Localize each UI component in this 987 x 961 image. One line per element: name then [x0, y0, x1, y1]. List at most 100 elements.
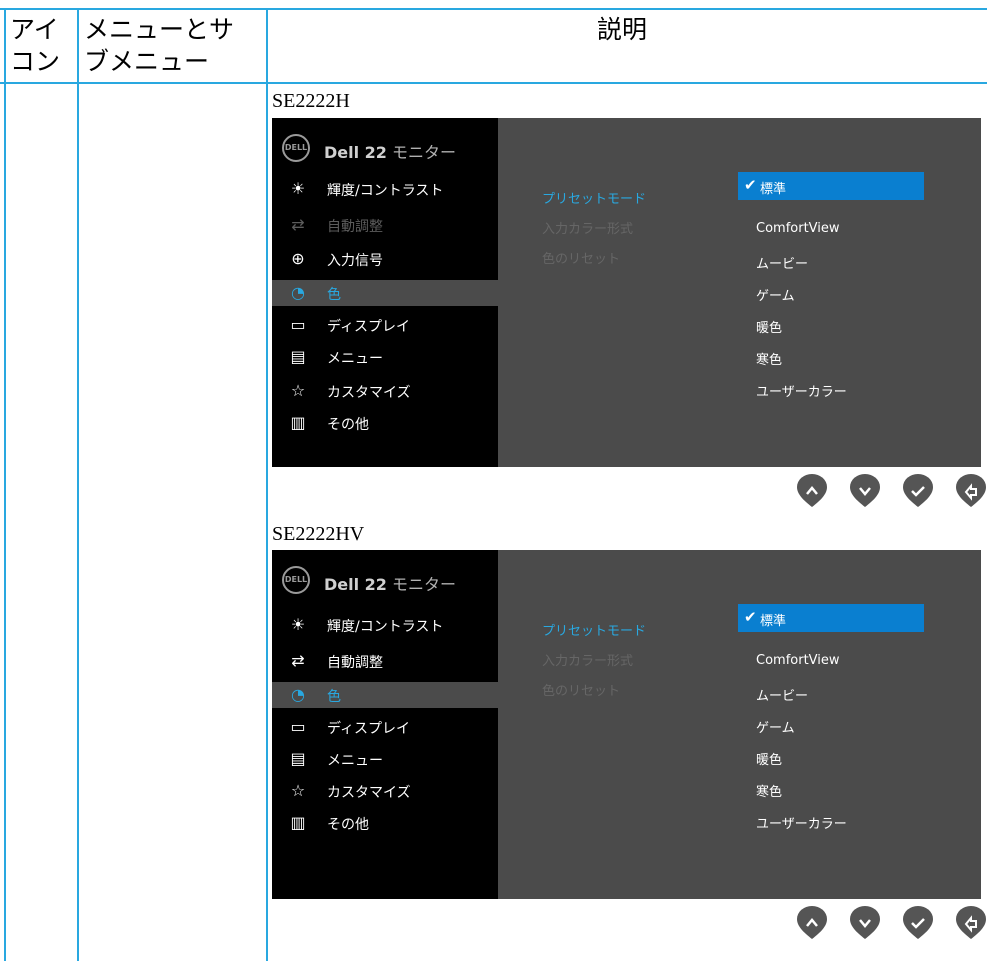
check-mark-icon: ✔ [744, 176, 757, 194]
table-col-divider-2 [266, 8, 268, 961]
header-icon-line-1: アイ [10, 15, 59, 44]
osd-menu-item[interactable]: ▭ ディスプレイ [272, 714, 498, 740]
osd-submenu-item[interactable]: 入力カラー形式 [542, 650, 633, 669]
document-page: アイ コン メニューとサ ブメニュー 説明 SE2222H DELL Dell 22… [0, 0, 987, 961]
osd-menu-item[interactable]: ▤ メニュー [272, 746, 498, 772]
up-button[interactable] [795, 906, 829, 940]
osd-menu-item[interactable]: ▭ ディスプレイ [272, 312, 498, 338]
osd-menu-label: ディスプレイ [327, 319, 411, 335]
osd-option[interactable]: ユーザーカラー [756, 381, 847, 400]
header-menu-line-1: メニューとサ [84, 15, 235, 44]
osd-menu-item[interactable]: ☀ 輝度/コントラスト [272, 176, 498, 202]
osd-menu-label: その他 [327, 817, 369, 833]
osd-option[interactable]: 寒色 [756, 781, 782, 800]
brightness-icon: ☀ [290, 179, 306, 198]
osd-option-label: 標準 [760, 614, 787, 629]
osd-menu-item[interactable]: ▥ その他 [272, 410, 498, 436]
back-button[interactable] [954, 474, 987, 508]
osd-submenu-item[interactable]: 入力カラー形式 [542, 218, 633, 237]
table-col-divider-1 [77, 8, 79, 961]
color-icon: ◔ [291, 685, 305, 704]
osd-menu-item[interactable]: ▤ メニュー [272, 344, 498, 370]
others-icon: ▥ [290, 413, 306, 432]
osd-menu-label: メニュー [327, 351, 383, 367]
osd-title-text: モニター [386, 143, 457, 162]
dell-logo: DELL [282, 566, 310, 594]
osd-submenu-item[interactable]: プリセットモード [542, 620, 646, 639]
osd-option-selected[interactable]: ✔ 標準 [738, 172, 924, 200]
menu-icon: ▤ [290, 347, 306, 366]
auto-adjust-icon: ⇄ [291, 651, 305, 670]
osd-option[interactable]: ムービー [756, 685, 808, 704]
personalize-icon: ☆ [290, 381, 306, 400]
osd-option-label: 標準 [760, 182, 787, 197]
osd-option[interactable]: 寒色 [756, 349, 782, 368]
header-menu-line-2: ブメニュー [84, 47, 210, 76]
back-icon [956, 906, 986, 939]
check-icon [903, 474, 933, 507]
osd-menu-label: ディスプレイ [327, 721, 411, 737]
personalize-icon: ☆ [290, 781, 306, 800]
osd-submenu-item[interactable]: 色のリセット [542, 248, 620, 267]
osd-menu-label: 色 [327, 689, 341, 705]
color-icon: ◔ [291, 283, 305, 302]
osd-option[interactable]: ゲーム [756, 285, 795, 304]
up-icon [797, 474, 827, 507]
down-icon [850, 474, 880, 507]
osd-menu-label: 輝度/コントラスト [327, 183, 444, 199]
check-button[interactable] [901, 474, 935, 508]
down-icon [850, 906, 880, 939]
brightness-icon: ☀ [290, 615, 306, 634]
osd-menu-label: メニュー [327, 753, 383, 769]
osd-submenu-item[interactable]: プリセットモード [542, 188, 646, 207]
osd-option[interactable]: ゲーム [756, 717, 795, 736]
down-button[interactable] [848, 906, 882, 940]
menu-icon: ▤ [290, 749, 306, 768]
osd-option-selected[interactable]: ✔ 標準 [738, 604, 924, 632]
osd-menu-item[interactable]: ⇄ 自動調整 [272, 648, 498, 674]
input-source-icon: ⊕ [291, 249, 305, 268]
osd-menu-label: カスタマイズ [327, 785, 411, 801]
osd-option[interactable]: 暖色 [756, 749, 782, 768]
osd-menu-label: 入力信号 [327, 253, 383, 269]
osd-option[interactable]: ComfortView [756, 221, 840, 236]
auto-adjust-icon: ⇄ [291, 215, 305, 234]
osd-menu-label: 色 [327, 287, 341, 303]
osd-option[interactable]: ユーザーカラー [756, 813, 847, 832]
osd-option[interactable]: 暖色 [756, 317, 782, 336]
back-button[interactable] [954, 906, 987, 940]
up-icon [797, 906, 827, 939]
down-button[interactable] [848, 474, 882, 508]
model-name: SE2222HV [272, 523, 365, 545]
osd-menu-item[interactable]: ◔ 色 [272, 280, 498, 306]
osd-main-menu: DELL Dell 22 モニター ☀ 輝度/コントラスト ⇄ 自動調整 ⊕ 入力信号 ◔ 色 ▭ デ… [272, 118, 498, 467]
up-button[interactable] [795, 474, 829, 508]
osd-menu-item[interactable]: ▥ その他 [272, 810, 498, 836]
osd-option[interactable]: ComfortView [756, 653, 840, 668]
table-left-border [4, 8, 6, 961]
table-header-divider [0, 82, 987, 84]
osd-menu-item[interactable]: ☆ カスタマイズ [272, 378, 498, 404]
check-button[interactable] [901, 906, 935, 940]
osd-main-menu: DELL Dell 22 モニター ☀ 輝度/コントラスト ⇄ 自動調整 ◔ 色 ▭ ディスプレイ… [272, 550, 498, 899]
osd-menu-item[interactable]: ⇄ 自動調整 [272, 212, 498, 238]
osd-menu-item[interactable]: ⊕ 入力信号 [272, 246, 498, 272]
check-icon [903, 906, 933, 939]
osd-menu-item[interactable]: ☀ 輝度/コントラスト [272, 612, 498, 638]
osd-menu-item[interactable]: ☆ カスタマイズ [272, 778, 498, 804]
osd-option[interactable]: ムービー [756, 253, 808, 272]
display-icon: ▭ [290, 717, 306, 736]
osd-submenu-item[interactable]: 色のリセット [542, 680, 620, 699]
header-description: 説明 [597, 15, 648, 44]
osd-menu-label: その他 [327, 417, 369, 433]
dell-logo: DELL [282, 134, 310, 162]
osd-screenshot: DELL Dell 22 モニター ☀ 輝度/コントラスト ⇄ 自動調整 ◔ 色 ▭ ディスプレイ… [272, 550, 981, 899]
osd-title-brand: Dell 22 [324, 575, 387, 594]
table-top-border [0, 8, 987, 10]
check-mark-icon: ✔ [744, 608, 757, 626]
header-icon-line-2: コン [10, 47, 61, 76]
osd-title-brand: Dell 22 [324, 143, 387, 162]
display-icon: ▭ [290, 315, 306, 334]
model-name: SE2222H [272, 90, 350, 112]
osd-menu-item[interactable]: ◔ 色 [272, 682, 498, 708]
